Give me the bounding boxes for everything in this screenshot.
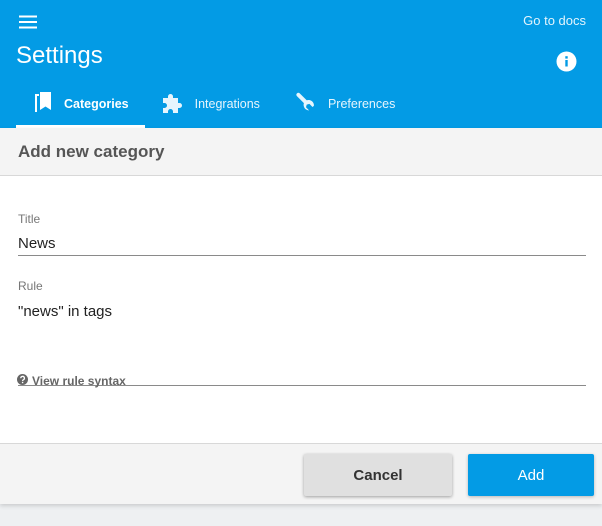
page-title: Settings — [16, 42, 103, 69]
view-rule-syntax-link[interactable]: View rule syntax — [17, 374, 126, 388]
tab-integrations[interactable]: Integrations — [145, 80, 276, 128]
add-button[interactable]: Add — [468, 454, 594, 496]
rule-label: Rule — [18, 279, 43, 293]
tab-label: Integrations — [194, 97, 260, 111]
info-icon[interactable] — [555, 50, 577, 72]
go-to-docs-link[interactable]: Go to docs — [523, 13, 586, 28]
tab-preferences[interactable]: Preferences — [276, 80, 411, 128]
title-label: Title — [18, 212, 41, 226]
puzzle-icon — [161, 92, 195, 117]
settings-tabs: Categories Integrations Preferences — [16, 80, 411, 128]
title-field: Title — [18, 212, 586, 256]
tab-categories[interactable]: Categories — [16, 80, 145, 128]
title-input[interactable] — [18, 232, 586, 256]
app: Go to docs Settings Categories Integrati… — [0, 0, 602, 526]
card-header: Add new category — [0, 128, 602, 176]
rule-field: Rule "news" in tags — [18, 279, 586, 386]
syntax-link-label: View rule syntax — [32, 374, 126, 388]
menu-icon[interactable] — [16, 10, 40, 34]
card-heading: Add new category — [18, 141, 165, 161]
tab-label: Categories — [64, 97, 129, 111]
add-category-card: Add new category Title Rule "news" in ta… — [0, 128, 602, 504]
tab-label: Preferences — [327, 97, 396, 111]
help-icon — [17, 374, 32, 388]
card-actions: Cancel Add — [0, 443, 602, 504]
app-header: Go to docs Settings Categories Integrati… — [0, 0, 602, 128]
bookmarks-icon — [32, 91, 64, 117]
cancel-button[interactable]: Cancel — [304, 454, 452, 496]
wrench-icon — [292, 91, 328, 118]
